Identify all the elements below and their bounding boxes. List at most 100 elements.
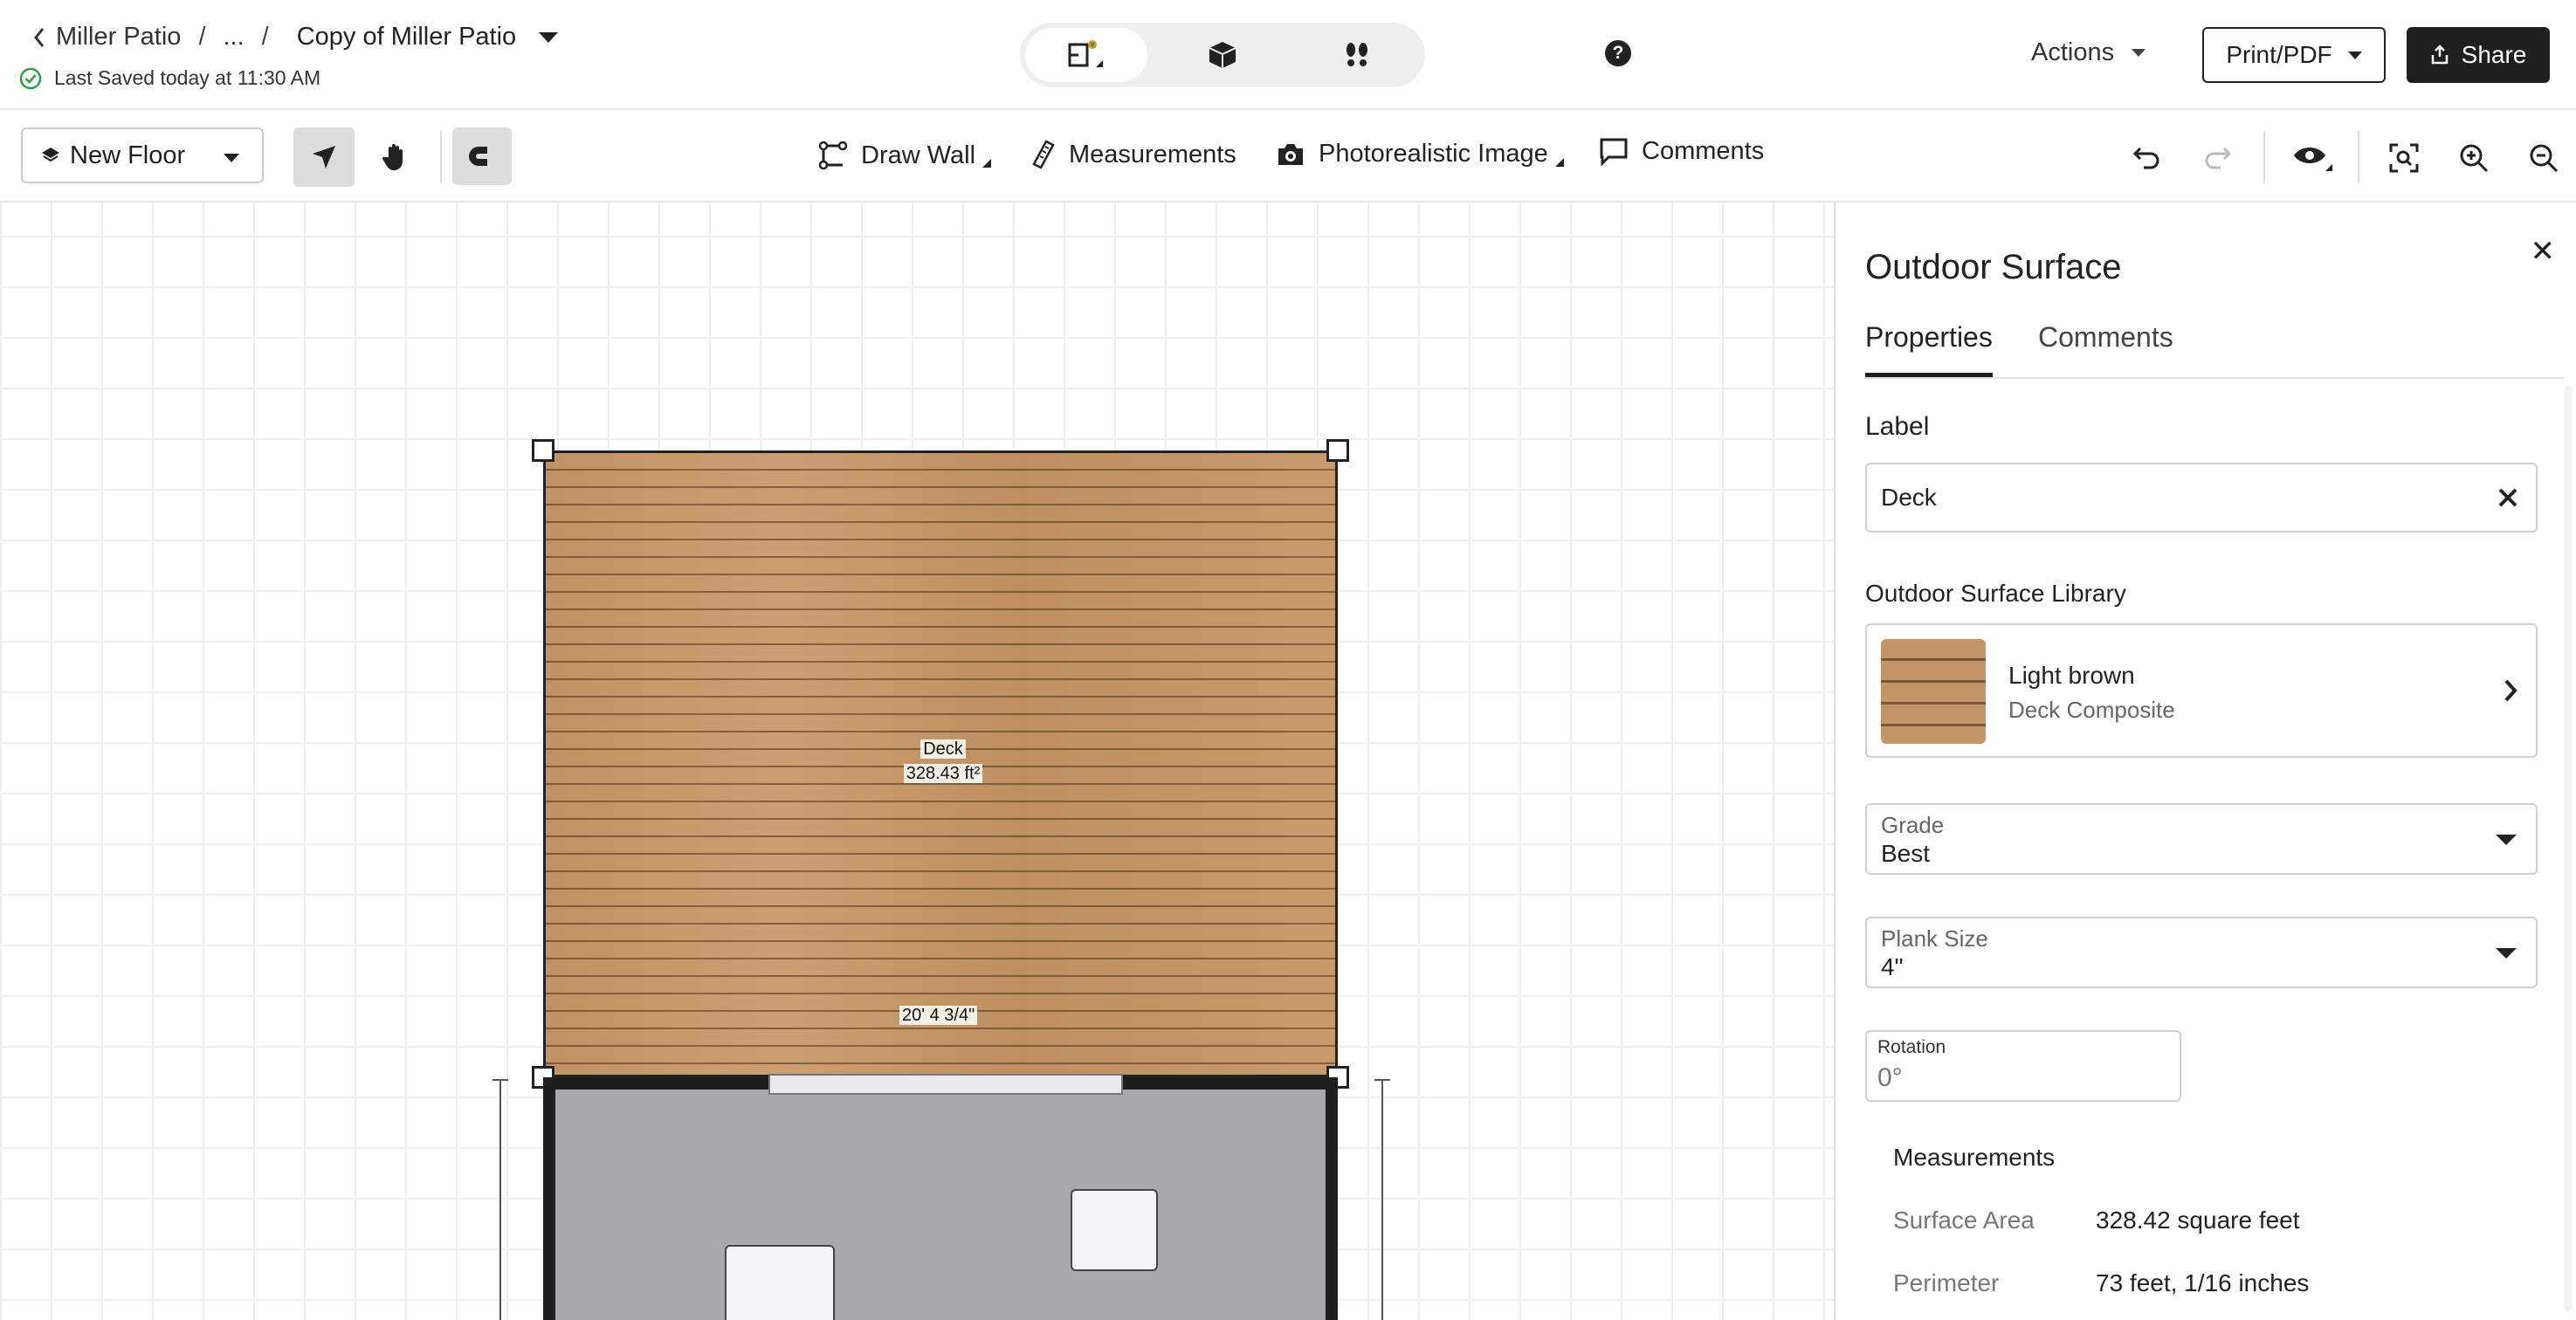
ruler-icon [1032, 140, 1055, 169]
breadcrumb-parent-link[interactable]: Miller Patio [56, 23, 181, 52]
sofa[interactable] [725, 1245, 835, 1320]
view-mode-2d-button[interactable] [1025, 28, 1147, 82]
photorealistic-image-tool[interactable]: Photorealistic Image [1275, 140, 1564, 168]
visibility-menu-button[interactable] [2288, 136, 2340, 180]
dimension-tick [1374, 1079, 1390, 1081]
label-input-value: Deck [1881, 484, 1937, 511]
resize-handle-top-right[interactable] [1326, 439, 1349, 462]
floorplan-canvas[interactable]: Deck 328.43 ft² 20' 4 3/4" [0, 203, 1834, 1320]
rotation-value: 0° [1877, 1063, 1903, 1092]
grade-value: Best [1881, 840, 1931, 867]
resize-handle-top-left[interactable] [532, 439, 554, 462]
saved-status: Last Saved today at 11:30 AM [19, 66, 320, 90]
caret-down-icon [2132, 49, 2146, 57]
photorealistic-image-label: Photorealistic Image [1319, 140, 1548, 168]
submenu-corner-icon [982, 159, 992, 168]
surface-area-key: Surface Area [1893, 1207, 2035, 1234]
floor-selector[interactable]: New Floor [21, 127, 264, 183]
close-icon[interactable]: ✕ [2531, 234, 2556, 269]
grade-label: Grade [1881, 812, 1945, 838]
layers-icon [42, 148, 59, 162]
caret-down-icon [2496, 948, 2517, 959]
armchair[interactable] [1071, 1189, 1158, 1271]
saved-status-text: Last Saved today at 11:30 AM [54, 66, 321, 89]
redo-icon [2205, 147, 2232, 169]
tab-comments[interactable]: Comments [2038, 321, 2173, 373]
cursor-arrow-icon [313, 146, 335, 168]
undo-button[interactable] [2125, 136, 2169, 180]
check-circle-icon [19, 67, 42, 89]
view-mode-3d-button[interactable] [1161, 28, 1284, 82]
project-title[interactable]: Copy of Miller Patio [297, 23, 516, 52]
camera-icon [1278, 143, 1303, 165]
redo-button[interactable] [2195, 136, 2239, 180]
actions-label: Actions [2031, 38, 2115, 66]
comments-tool-label: Comments [1642, 136, 1765, 165]
draw-wall-icon [818, 141, 848, 170]
deck-width-text: 20' 4 3/4" [899, 1006, 978, 1025]
surface-area-value: 328.42 square feet [2096, 1207, 2300, 1234]
zoom-out-icon [2530, 144, 2559, 173]
rotation-label: Rotation [1877, 1037, 1946, 1057]
measurements-label: Measurements [1069, 140, 1236, 168]
measurements-heading: Measurements [1893, 1144, 2056, 1171]
perimeter-value: 73 feet, 1/16 inches [2096, 1269, 2310, 1296]
plank-size-label: Plank Size [1881, 925, 1988, 952]
footprints-icon [1347, 43, 1367, 66]
window[interactable] [768, 1074, 1123, 1095]
project-menu-caret-icon[interactable] [539, 31, 559, 43]
deck-area-text: 328.43 ft² [903, 764, 983, 783]
caret-down-icon [2347, 51, 2362, 59]
fit-to-screen-button[interactable] [2382, 136, 2426, 180]
share-button[interactable]: Share [2407, 27, 2550, 83]
breadcrumb-ellipsis[interactable]: ... [224, 23, 245, 52]
view-mode-walkthrough-button[interactable] [1296, 28, 1418, 82]
dimension-line-right [1381, 1079, 1383, 1320]
eye-icon [2294, 148, 2332, 171]
grade-select[interactable]: Grade Best [1865, 803, 2538, 875]
print-pdf-button[interactable]: Print/PDF [2202, 27, 2386, 83]
rotation-input[interactable]: Rotation 0° [1865, 1030, 2181, 1102]
dimension-tick [492, 1079, 508, 1081]
caret-down-icon [2496, 835, 2517, 845]
breadcrumb: Miller Patio / ... / Copy of Miller Pati… [31, 23, 559, 52]
surface-library-selector[interactable]: Light brown Deck Composite [1865, 623, 2538, 758]
label-input[interactable]: Deck [1865, 463, 2538, 533]
top-bar: Miller Patio / ... / Copy of Miller Pati… [0, 0, 2576, 110]
caret-down-icon [224, 154, 239, 162]
print-pdf-label: Print/PDF [2226, 41, 2332, 68]
draw-wall-label: Draw Wall [861, 141, 976, 169]
zoom-in-button[interactable] [2452, 136, 2496, 180]
deck-name-text: Deck [920, 739, 966, 759]
panel-title: Outdoor Surface [1865, 248, 2122, 286]
panel-scrollbar[interactable] [2564, 386, 2573, 1311]
material-type: Deck Composite [2008, 697, 2175, 723]
comment-bubble-icon [1600, 138, 1628, 166]
actions-menu[interactable]: Actions [2031, 38, 2146, 67]
breadcrumb-separator: / [261, 23, 269, 51]
pan-tool-button[interactable] [365, 127, 426, 187]
comments-tool[interactable]: Comments [1598, 136, 1764, 166]
undo-icon [2132, 147, 2159, 169]
clear-icon[interactable] [2497, 487, 2518, 508]
snap-magnet-button[interactable] [452, 127, 512, 185]
floor-selector-label: New Floor [70, 141, 186, 169]
measurements-tool[interactable]: Measurements [1030, 140, 1236, 169]
help-icon[interactable]: ? [1605, 40, 1631, 66]
plank-size-select[interactable]: Plank Size 4" [1865, 917, 2538, 988]
draw-wall-tool[interactable]: Draw Wall [817, 140, 992, 171]
zoom-out-button[interactable] [2522, 136, 2566, 180]
view-mode-switcher [1020, 23, 1425, 87]
select-tool-button[interactable] [293, 127, 355, 187]
breadcrumb-separator: / [198, 23, 206, 51]
toolbar-divider [2263, 131, 2265, 183]
toolbar-divider [440, 131, 442, 183]
chevron-right-icon [2504, 679, 2517, 702]
share-label: Share [2461, 41, 2527, 68]
deck-label: Deck 328.43 ft² [873, 737, 1013, 786]
plank-size-value: 4" [1881, 953, 1904, 980]
fit-screen-icon [2389, 143, 2419, 173]
tab-properties[interactable]: Properties [1865, 321, 1993, 378]
room-floor[interactable] [543, 1077, 1338, 1320]
chevron-left-icon[interactable] [31, 25, 47, 50]
